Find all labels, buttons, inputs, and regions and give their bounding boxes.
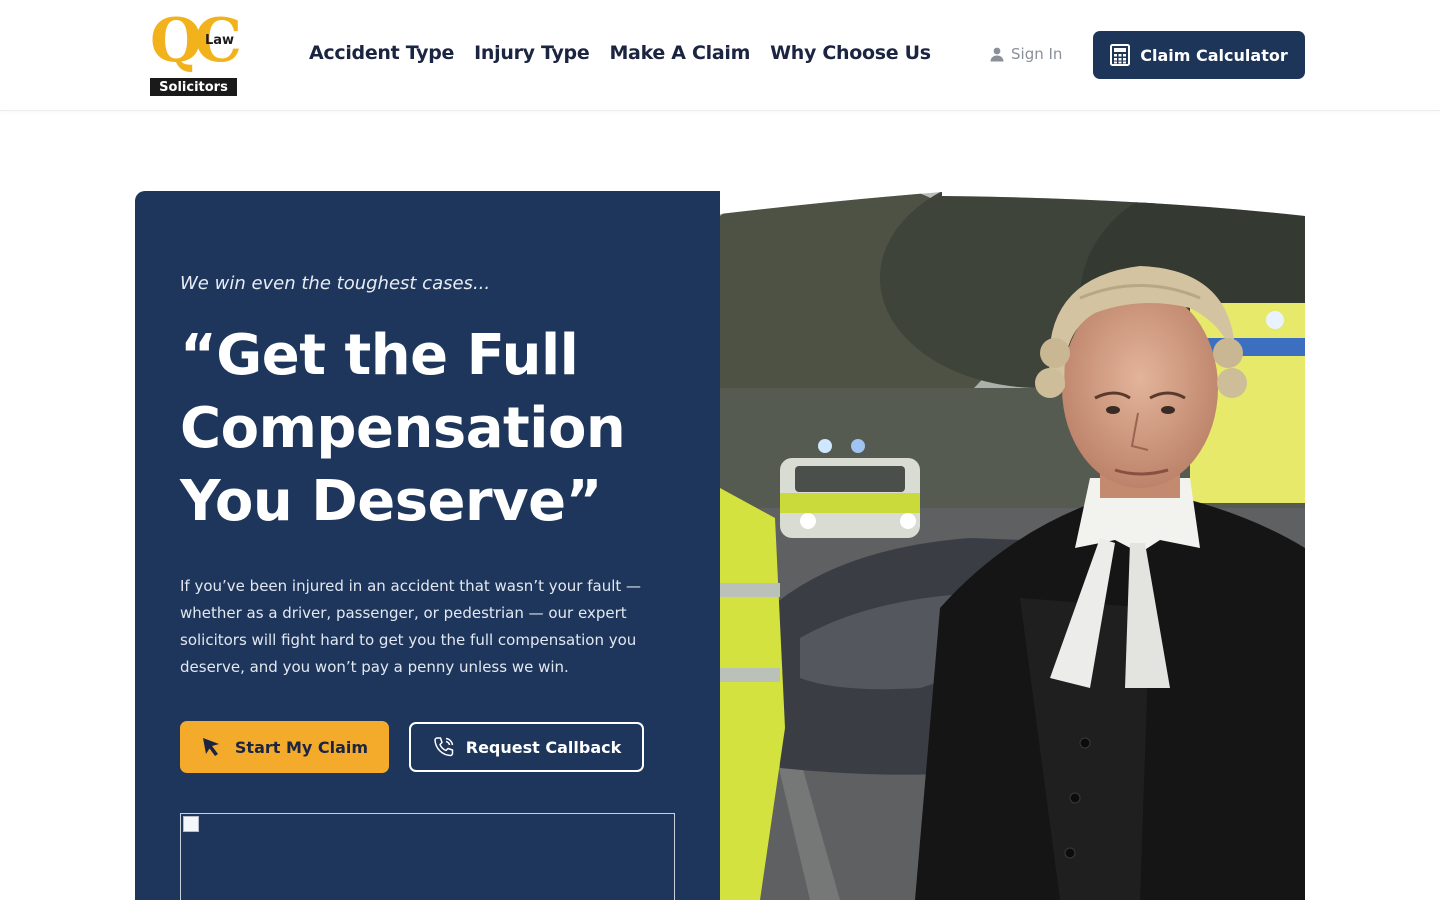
phone-icon [434,737,453,757]
main-nav: Accident Type Injury Type Make A Claim W… [309,42,931,64]
hero-headline: “Get the Full Compensation You Deserve” [180,323,626,534]
hero-intro: If you’ve been injured in an accident th… [180,577,642,676]
nav-item-make-a-claim[interactable]: Make A Claim [609,42,750,64]
site-header: QC Law Solicitors Accident Type Injury T… [0,0,1440,111]
broken-image-placeholder [180,813,675,900]
nav-item-injury-type[interactable]: Injury Type [474,42,590,64]
logo-solicitors-text: Solicitors [150,78,237,96]
hero-tagline: We win even the toughest cases... [180,273,491,294]
request-callback-button[interactable]: Request Callback [409,722,644,772]
claim-calculator-button[interactable]: Claim Calculator [1093,31,1305,79]
start-my-claim-button[interactable]: Start My Claim [180,721,389,773]
broken-image-icon [183,816,199,832]
calculator-icon [1110,44,1131,66]
hero-photo-barrister [720,188,1305,900]
logo-law-text: Law [205,33,235,48]
sign-in-label: Sign In [1011,45,1063,63]
sign-in-link[interactable]: Sign In [989,45,1062,63]
site-logo[interactable]: QC Law Solicitors [150,6,242,98]
request-callback-label: Request Callback [465,737,622,757]
claim-calculator-label: Claim Calculator [1140,45,1288,65]
start-my-claim-label: Start My Claim [234,737,369,757]
nav-item-why-choose-us[interactable]: Why Choose Us [770,42,931,64]
nav-item-accident-type[interactable]: Accident Type [309,42,454,64]
hero-panel: We win even the toughest cases... “Get t… [135,191,720,900]
user-icon [990,47,1004,62]
cursor-arrow-icon [202,738,219,756]
